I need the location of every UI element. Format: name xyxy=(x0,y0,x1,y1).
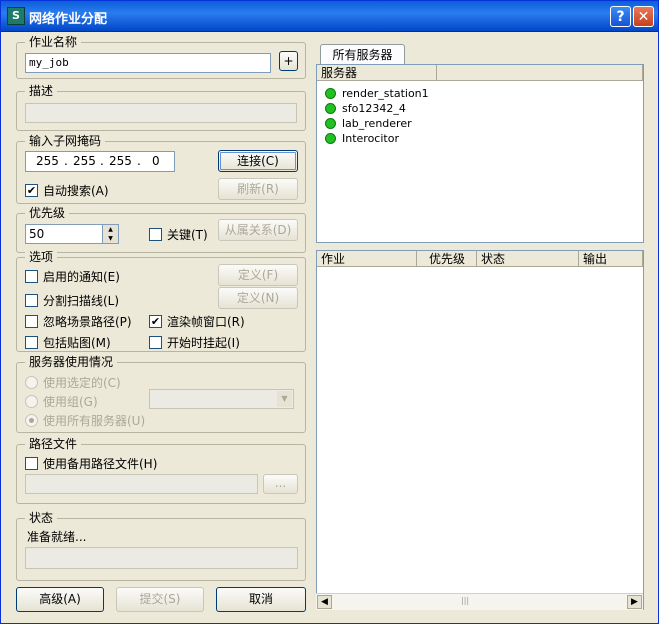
server-list[interactable]: 服务器 render_station1 sfo12342_4 lab_rende… xyxy=(316,64,644,243)
online-status-icon xyxy=(325,118,336,129)
online-status-icon xyxy=(325,133,336,144)
job-list[interactable]: 作业 优先级 状态 输出 xyxy=(316,250,644,610)
help-button[interactable]: ? xyxy=(610,6,631,27)
add-job-name-button[interactable]: + xyxy=(279,51,298,71)
scroll-right-icon[interactable]: ▶ xyxy=(627,595,642,609)
auto-search-label: 自动搜索(A) xyxy=(43,184,109,198)
priority-column-header[interactable]: 优先级 xyxy=(417,251,477,267)
browse-path-button[interactable]: ... xyxy=(263,474,298,494)
list-item[interactable]: Interocitor xyxy=(325,132,399,145)
job-list-horizontal-scrollbar[interactable]: ◀ ||| ▶ xyxy=(316,593,643,610)
subnet-octet-3: 255 xyxy=(109,154,132,168)
server-column-header[interactable]: 服务器 xyxy=(317,65,437,81)
job-name-input[interactable]: my_job xyxy=(25,53,271,73)
options-legend: 选项 xyxy=(25,250,58,264)
use-group-label: 使用组(G) xyxy=(43,395,98,409)
auto-search-checkbox[interactable]: ✔ 自动搜索(A) xyxy=(25,182,109,199)
group-select[interactable]: ▼ xyxy=(149,389,294,409)
online-status-icon xyxy=(325,88,336,99)
network-job-assignment-window: S 网络作业分配 ? ✕ 作业名称 my_job + 描述 输入子网掩码 255… xyxy=(0,0,659,624)
ignore-scene-paths-label: 忽略场景路径(P) xyxy=(43,315,132,329)
define-scanlines-button[interactable]: 定义(N) xyxy=(218,287,298,309)
critical-checkbox[interactable]: 关键(T) xyxy=(149,226,208,243)
state-column-header[interactable]: 状态 xyxy=(477,251,579,267)
include-maps-checkbox[interactable]: 包括贴图(M) xyxy=(25,334,111,351)
job-name-legend: 作业名称 xyxy=(25,35,82,49)
enable-notify-label: 启用的通知(E) xyxy=(43,270,120,284)
chevron-down-icon: ▼ xyxy=(277,391,292,407)
ignore-scene-paths-checkbox[interactable]: 忽略场景路径(P) xyxy=(25,313,132,330)
server-name: render_station1 xyxy=(342,87,429,100)
auto-search-check-icon: ✔ xyxy=(25,184,38,197)
subnet-octet-2: 255 xyxy=(73,154,96,168)
tab-all-servers[interactable]: 所有服务器 xyxy=(320,44,405,65)
advanced-button[interactable]: 高级(A) xyxy=(16,587,104,612)
status-text: 准备就绪... xyxy=(27,530,87,544)
render-frame-window-checkbox[interactable]: ✔ 渲染帧窗口(R) xyxy=(149,313,245,330)
split-scanlines-label: 分割扫描线(L) xyxy=(43,294,120,308)
path-file-input[interactable] xyxy=(25,474,258,494)
use-selected-radio[interactable]: 使用选定的(C) xyxy=(25,374,121,391)
scroll-grip[interactable]: ||| xyxy=(461,596,469,605)
use-all-servers-label: 使用所有服务器(U) xyxy=(43,414,146,428)
use-alt-path-label: 使用备用路径文件(H) xyxy=(43,457,158,471)
refresh-button[interactable]: 刷新(R) xyxy=(218,178,298,200)
title-bar[interactable]: S 网络作业分配 ? ✕ xyxy=(1,1,658,32)
submit-button[interactable]: 提交(S) xyxy=(116,587,204,612)
critical-label: 关键(T) xyxy=(167,228,208,242)
enable-notify-checkbox[interactable]: 启用的通知(E) xyxy=(25,268,120,285)
critical-check-icon xyxy=(149,228,162,241)
subnet-mask-input[interactable]: 255 . 255 . 255 . 0 xyxy=(25,151,175,172)
dependencies-button[interactable]: 从属关系(D) xyxy=(218,219,298,241)
online-status-icon xyxy=(325,103,336,114)
priority-input[interactable]: 50 xyxy=(25,224,103,244)
subnet-octet-1: 255 xyxy=(36,154,59,168)
cancel-button[interactable]: 取消 xyxy=(216,587,306,612)
server-usage-legend: 服务器使用情况 xyxy=(25,355,118,369)
enable-notify-check-icon xyxy=(25,270,38,283)
use-alt-path-check-icon xyxy=(25,457,38,470)
include-maps-label: 包括贴图(M) xyxy=(43,336,111,350)
description-input[interactable] xyxy=(25,103,297,123)
start-suspended-check-icon xyxy=(149,336,162,349)
close-button[interactable]: ✕ xyxy=(633,6,654,27)
define-notify-button[interactable]: 定义(F) xyxy=(218,264,298,286)
split-scanlines-checkbox[interactable]: 分割扫描线(L) xyxy=(25,292,119,309)
app-icon: S xyxy=(7,7,25,25)
connect-button[interactable]: 连接(C) xyxy=(218,150,298,172)
server-name: Interocitor xyxy=(342,132,399,145)
use-selected-label: 使用选定的(C) xyxy=(43,376,121,390)
description-legend: 描述 xyxy=(25,84,58,98)
use-selected-radio-icon xyxy=(25,376,38,389)
list-item[interactable]: lab_renderer xyxy=(325,117,412,130)
priority-spinner[interactable]: ▲ ▼ xyxy=(102,224,119,244)
use-all-servers-radio-icon xyxy=(25,414,38,427)
include-maps-check-icon xyxy=(25,336,38,349)
job-column-header[interactable]: 作业 xyxy=(317,251,417,267)
start-suspended-checkbox[interactable]: 开始时挂起(I) xyxy=(149,334,240,351)
render-frame-window-label: 渲染帧窗口(R) xyxy=(167,315,245,329)
list-item[interactable]: render_station1 xyxy=(325,87,429,100)
subnet-octet-4: 0 xyxy=(152,154,160,168)
list-item[interactable]: sfo12342_4 xyxy=(325,102,406,115)
path-file-legend: 路径文件 xyxy=(25,437,82,451)
server-name: sfo12342_4 xyxy=(342,102,406,115)
status-legend: 状态 xyxy=(25,511,58,525)
use-group-radio-icon xyxy=(25,395,38,408)
window-title: 网络作业分配 xyxy=(29,12,108,27)
server-column-header-blank xyxy=(437,65,643,81)
render-frame-window-check-icon: ✔ xyxy=(149,315,162,328)
status-bar xyxy=(25,547,298,569)
output-column-header[interactable]: 输出 xyxy=(579,251,643,267)
priority-legend: 优先级 xyxy=(25,206,70,220)
use-alt-path-file-checkbox[interactable]: 使用备用路径文件(H) xyxy=(25,455,157,472)
use-all-servers-radio[interactable]: 使用所有服务器(U) xyxy=(25,412,145,429)
subnet-mask-legend: 输入子网掩码 xyxy=(25,134,106,148)
ignore-scene-paths-check-icon xyxy=(25,315,38,328)
split-scanlines-check-icon xyxy=(25,294,38,307)
start-suspended-label: 开始时挂起(I) xyxy=(167,336,240,350)
server-name: lab_renderer xyxy=(342,117,412,130)
scroll-left-icon[interactable]: ◀ xyxy=(317,595,332,609)
use-group-radio[interactable]: 使用组(G) xyxy=(25,393,98,410)
